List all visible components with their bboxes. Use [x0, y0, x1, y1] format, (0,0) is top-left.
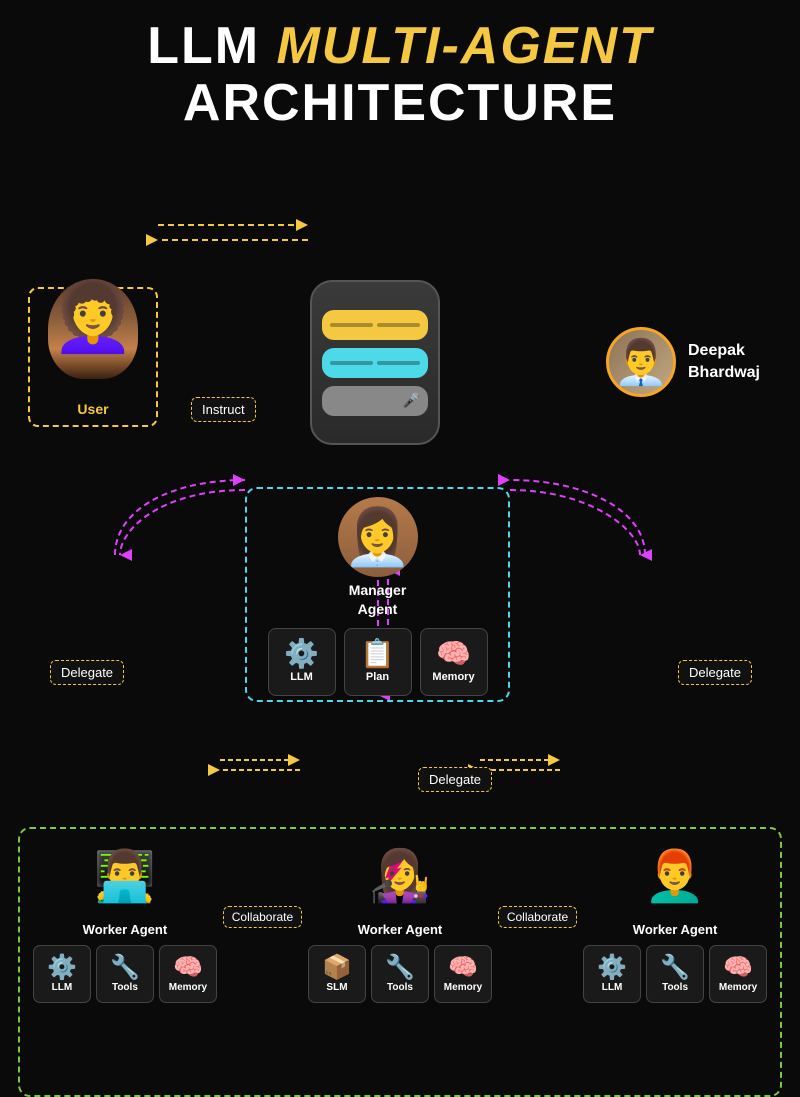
worker3-llm: ⚙️ LLM	[583, 945, 641, 1003]
worker2-memory: 🧠 Memory	[434, 945, 492, 1003]
worker-label-2: Worker Agent	[358, 922, 443, 937]
worker-label-1: Worker Agent	[83, 922, 168, 937]
worker-col-1: 👨‍💻 Worker Agent ⚙️ LLM 🔧 Tools 🧠 Memory	[33, 839, 217, 1003]
llm-icon: ⚙️	[284, 640, 319, 668]
worker2-tools: 🔧 Tools	[371, 945, 429, 1003]
manager-avatar: 👩‍💼	[338, 497, 418, 577]
author-badge: 👨‍💼 Deepak Bhardwaj	[606, 327, 760, 397]
worker3-tools: 🔧 Tools	[646, 945, 704, 1003]
w3-tools-label: Tools	[662, 982, 688, 993]
w3-llm-icon: ⚙️	[597, 956, 627, 980]
memory-icon: 🧠	[436, 640, 471, 668]
w1-tools-icon: 🔧	[110, 956, 140, 980]
author-avatar: 👨‍💼	[606, 327, 676, 397]
worker-avatar-3: 👨‍🦰	[638, 839, 713, 914]
w2-memory-label: Memory	[444, 982, 482, 993]
manager-tool-memory: 🧠 Memory	[420, 628, 488, 696]
w2-tools-label: Tools	[387, 982, 413, 993]
delegate-label-right: Delegate	[678, 660, 752, 685]
worker1-tools: 🔧 Tools	[96, 945, 154, 1003]
worker1-memory: 🧠 Memory	[159, 945, 217, 1003]
collaborate-label-2: Collaborate	[498, 906, 577, 928]
workers-area: 👨‍💻 Worker Agent ⚙️ LLM 🔧 Tools 🧠 Memory	[18, 827, 782, 1097]
w1-memory-icon: 🧠	[173, 956, 203, 980]
instruct-label: Instruct	[191, 397, 256, 422]
title-multi-agent: MULTI-AGENT	[276, 17, 652, 75]
worker-label-3: Worker Agent	[633, 922, 718, 937]
mic-icon: 🎤	[403, 392, 420, 409]
delegate-label-center: Delegate	[418, 767, 492, 792]
w3-memory-label: Memory	[719, 982, 757, 993]
llm-label: LLM	[290, 671, 313, 683]
worker3-memory: 🧠 Memory	[709, 945, 767, 1003]
worker-col-3: 👨‍🦰 Worker Agent ⚙️ LLM 🔧 Tools 🧠 Memory	[583, 839, 767, 1003]
chat-bubble-yellow	[322, 310, 428, 340]
manager-box: 👩‍💼 Manager Agent ⚙️ LLM 📋 Plan 🧠 Memory	[245, 487, 510, 702]
title-llm: LLM	[147, 17, 260, 75]
title-line1: LLM MULTI-AGENT	[0, 18, 800, 75]
plan-label: Plan	[366, 671, 389, 683]
title-area: LLM MULTI-AGENT ARCHITECTURE	[0, 0, 800, 132]
w2-memory-icon: 🧠	[448, 956, 478, 980]
user-avatar: 👩‍🦱	[48, 279, 138, 379]
w1-llm-icon: ⚙️	[47, 956, 77, 980]
w1-tools-label: Tools	[112, 982, 138, 993]
manager-tool-plan: 📋 Plan	[344, 628, 412, 696]
w2-slm-icon: 📦	[322, 956, 352, 980]
worker-tools-2: 📦 SLM 🔧 Tools 🧠 Memory	[308, 945, 492, 1003]
worker1-llm: ⚙️ LLM	[33, 945, 91, 1003]
author-name: Deepak Bhardwaj	[688, 340, 760, 385]
w3-memory-icon: 🧠	[723, 956, 753, 980]
title-line2: ARCHITECTURE	[0, 75, 800, 132]
w1-llm-label: LLM	[52, 982, 73, 993]
phone-box: 🎤	[310, 280, 440, 445]
w2-tools-icon: 🔧	[385, 956, 415, 980]
diagram: 👩‍🦱 User Instruct 🎤 👨‍💼 Deepak Bhardwaj	[0, 132, 800, 992]
w3-tools-icon: 🔧	[660, 956, 690, 980]
worker-avatar-2: 👩‍🎤	[362, 839, 437, 914]
collaborate-label-1: Collaborate	[223, 906, 302, 928]
memory-label: Memory	[432, 671, 474, 683]
w2-slm-label: SLM	[326, 982, 347, 993]
chat-bubble-cyan	[322, 348, 428, 378]
chat-bubble-gray: 🎤	[322, 386, 428, 416]
manager-tools: ⚙️ LLM 📋 Plan 🧠 Memory	[268, 628, 488, 696]
delegate-label-left: Delegate	[50, 660, 124, 685]
plan-icon: 📋	[360, 640, 395, 668]
manager-label: Manager Agent	[349, 581, 407, 617]
worker-tools-3: ⚙️ LLM 🔧 Tools 🧠 Memory	[583, 945, 767, 1003]
worker2-slm: 📦 SLM	[308, 945, 366, 1003]
manager-tool-llm: ⚙️ LLM	[268, 628, 336, 696]
worker-col-2: 👩‍🎤 Worker Agent 📦 SLM 🔧 Tools 🧠 Memory	[308, 839, 492, 1003]
user-box: 👩‍🦱 User	[28, 287, 158, 427]
w3-llm-label: LLM	[602, 982, 623, 993]
worker-avatar-1: 👨‍💻	[87, 839, 162, 914]
worker-tools-1: ⚙️ LLM 🔧 Tools 🧠 Memory	[33, 945, 217, 1003]
user-label: User	[77, 401, 108, 417]
w1-memory-label: Memory	[169, 982, 207, 993]
